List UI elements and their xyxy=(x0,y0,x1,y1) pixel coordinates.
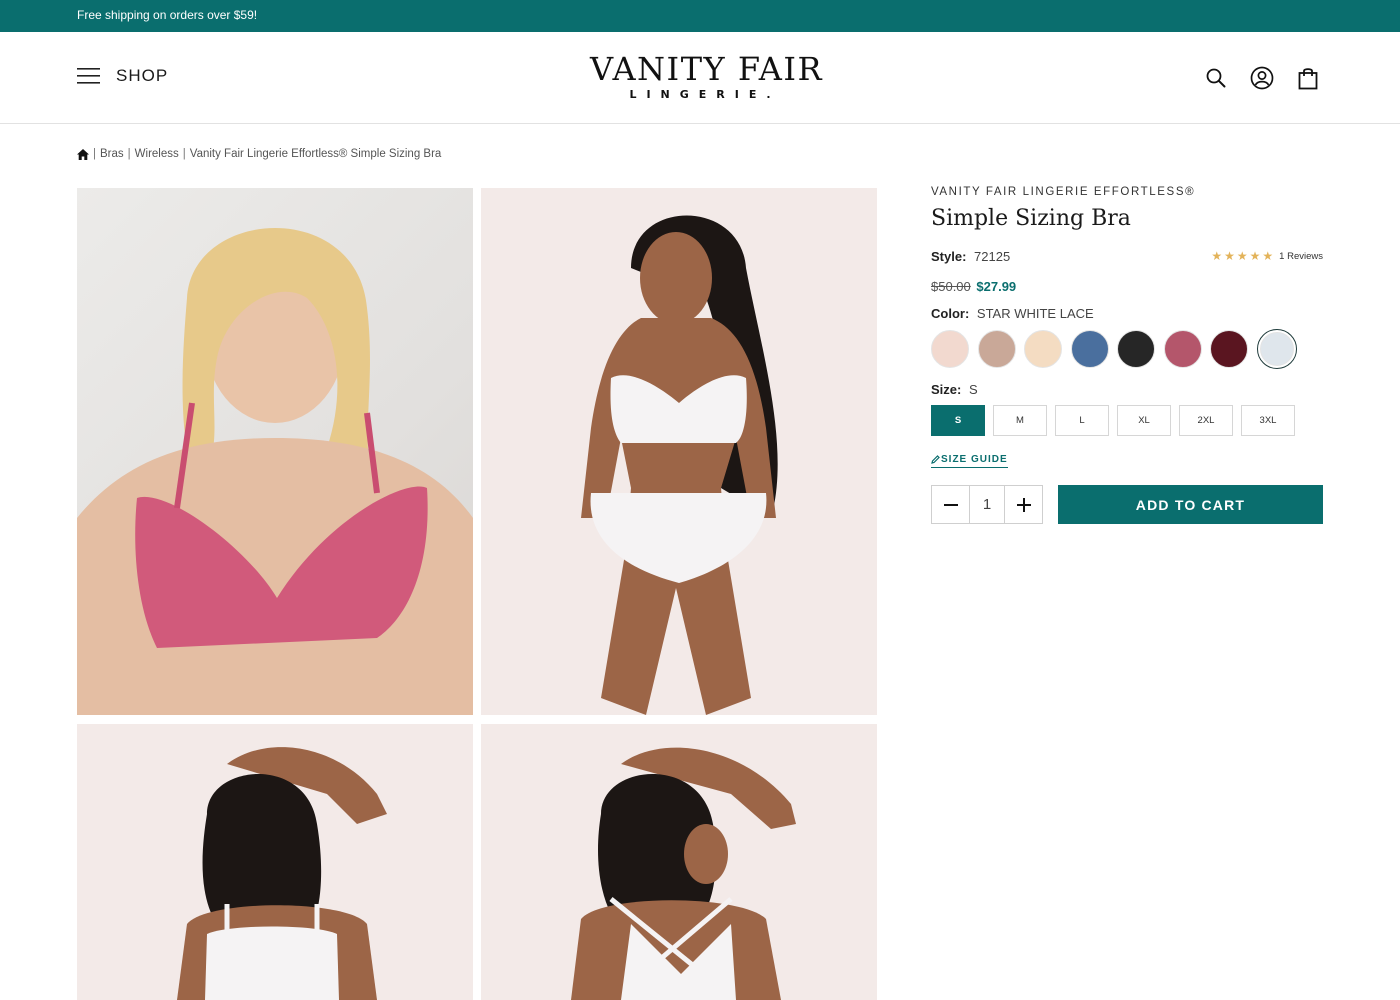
size-guide-label: SIZE GUIDE xyxy=(941,454,1008,465)
style-row: Style: 72125 ★★★★★ 1 Reviews xyxy=(931,249,1323,267)
logo-subtitle: LINGERIE. xyxy=(629,88,781,101)
color-swatch xyxy=(1259,332,1294,366)
search-icon xyxy=(1206,68,1226,88)
breadcrumb-bras[interactable]: Bras xyxy=(100,148,124,160)
size-option[interactable]: 3XL xyxy=(1241,405,1295,436)
account-button[interactable] xyxy=(1246,64,1278,92)
style-label: Style: xyxy=(931,249,967,264)
decrease-quantity-button[interactable] xyxy=(932,486,969,523)
color-label: Color: xyxy=(931,306,970,321)
color-swatch[interactable] xyxy=(1163,330,1202,368)
product-image-1[interactable] xyxy=(77,188,473,715)
price-row: $50.00 $27.99 xyxy=(931,279,1016,294)
color-swatches xyxy=(931,329,1297,369)
hamburger-icon xyxy=(77,68,100,84)
size-label: Size: xyxy=(931,382,962,397)
size-option[interactable]: L xyxy=(1055,405,1109,436)
rating-stars-icon: ★★★★★ xyxy=(1211,249,1276,263)
original-price: $50.00 xyxy=(931,279,971,294)
user-icon xyxy=(1250,66,1274,90)
sale-price: $27.99 xyxy=(976,279,1017,294)
shop-label: SHOP xyxy=(116,66,169,85)
color-row: Color: STAR WHITE LACE xyxy=(931,306,1094,321)
promo-text: Free shipping on orders over $59! xyxy=(77,8,258,22)
minus-icon xyxy=(943,503,958,506)
shop-menu-button[interactable]: SHOP xyxy=(77,66,168,86)
size-option[interactable]: 2XL xyxy=(1179,405,1233,436)
size-option[interactable]: M xyxy=(993,405,1047,436)
product-image-4[interactable] xyxy=(481,724,877,1000)
product-brand: VANITY FAIR LINGERIE EFFORTLESS® xyxy=(931,186,1196,198)
pencil-icon xyxy=(931,455,940,464)
breadcrumb-wireless[interactable]: Wireless xyxy=(135,148,179,160)
color-swatch[interactable] xyxy=(977,330,1016,368)
product-image-2[interactable] xyxy=(481,188,877,715)
logo-wordmark: VANITY FAIR xyxy=(590,50,824,88)
size-options: S M L XL 2XL 3XL xyxy=(931,405,1303,436)
product-details: VANITY FAIR LINGERIE EFFORTLESS® Simple … xyxy=(931,184,1323,234)
plus-icon xyxy=(1016,497,1031,512)
site-header: SHOP VANITY FAIR LINGERIE. xyxy=(0,32,1400,124)
size-option[interactable]: S xyxy=(931,405,985,436)
header-actions xyxy=(1200,64,1338,92)
style-value: 72125 xyxy=(974,249,1011,264)
quantity-stepper: 1 xyxy=(931,485,1043,524)
rating[interactable]: ★★★★★ 1 Reviews xyxy=(1211,249,1323,263)
size-guide-link[interactable]: SIZE GUIDE xyxy=(931,454,1008,468)
breadcrumb-separator: | xyxy=(182,148,186,160)
reviews-count: 1 Reviews xyxy=(1279,250,1323,262)
color-swatch[interactable] xyxy=(1210,330,1248,368)
add-to-cart-button[interactable]: ADD TO CART xyxy=(1058,485,1323,524)
add-to-cart-label: ADD TO CART xyxy=(1135,496,1246,513)
promo-bar: Free shipping on orders over $59! xyxy=(0,0,1400,32)
quantity-input[interactable]: 1 xyxy=(969,486,1005,523)
color-swatch-selected[interactable] xyxy=(1256,329,1297,369)
color-swatch[interactable] xyxy=(1024,330,1062,368)
product-title: Simple Sizing Bra xyxy=(931,206,1131,231)
vanity-fair-logo[interactable]: VANITY FAIR LINGERIE. xyxy=(590,50,824,102)
home-icon[interactable] xyxy=(77,148,89,160)
color-swatch[interactable] xyxy=(1070,330,1109,368)
shopping-bag-icon xyxy=(1298,68,1318,90)
breadcrumb: | Bras | Wireless | Vanity Fair Lingerie… xyxy=(77,148,441,160)
color-value: STAR WHITE LACE xyxy=(976,306,1094,321)
size-row: Size: S xyxy=(931,382,978,397)
size-option[interactable]: XL xyxy=(1117,405,1171,436)
breadcrumb-current: Vanity Fair Lingerie Effortless® Simple … xyxy=(189,148,442,160)
size-value: S xyxy=(968,382,978,397)
breadcrumb-separator: | xyxy=(93,148,96,160)
search-button[interactable] xyxy=(1200,64,1232,92)
cart-button[interactable] xyxy=(1292,64,1324,92)
product-image-3[interactable] xyxy=(77,724,473,1000)
increase-quantity-button[interactable] xyxy=(1005,486,1042,523)
color-swatch[interactable] xyxy=(931,330,969,368)
breadcrumb-separator: | xyxy=(127,148,131,160)
color-swatch[interactable] xyxy=(1117,330,1155,368)
